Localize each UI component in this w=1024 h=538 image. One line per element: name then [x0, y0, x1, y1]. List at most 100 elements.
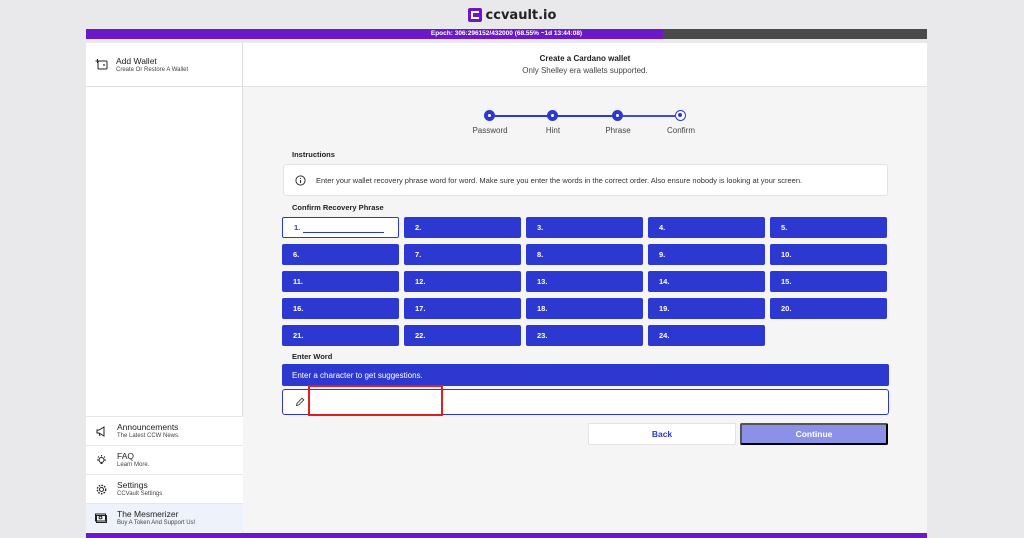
- recovery-word-slot[interactable]: 7.: [404, 244, 521, 265]
- recovery-word-slot[interactable]: 9.: [648, 244, 765, 265]
- recovery-word-slot[interactable]: 4.: [648, 217, 765, 238]
- main-header: Create a Cardano wallet Only Shelley era…: [243, 43, 927, 87]
- word-slot-number: 4.: [659, 223, 666, 232]
- word-slot-number: 13.: [537, 277, 548, 286]
- recovery-word-slot[interactable]: 2.: [404, 217, 521, 238]
- word-slot-number: 14.: [659, 277, 670, 286]
- sidebar-item-mesmerizer[interactable]: The Mesmerizer Buy A Token And Support U…: [86, 503, 243, 532]
- lightbulb-icon: [95, 454, 108, 467]
- recovery-word-slot[interactable]: 21.: [282, 325, 399, 346]
- word-slot-number: 12.: [415, 277, 426, 286]
- recovery-word-slot[interactable]: 17.: [404, 298, 521, 319]
- word-slot-number: 24.: [659, 331, 670, 340]
- instructions-box: Enter your wallet recovery phrase word f…: [283, 164, 888, 196]
- word-slot-number: 23.: [537, 331, 548, 340]
- recovery-word-slot[interactable]: 13.: [526, 271, 643, 292]
- step-dot-confirm: [675, 110, 686, 121]
- recovery-word-slot[interactable]: 1.: [282, 217, 399, 238]
- sidebar-item-label: Settings: [117, 480, 148, 490]
- enter-word-heading: Enter Word: [292, 352, 333, 361]
- step-dot-hint: [547, 110, 558, 121]
- sidebar-item-label: The Mesmerizer: [117, 509, 179, 519]
- step-connector: [623, 115, 675, 117]
- word-slot-underline: [303, 232, 384, 233]
- app-logo[interactable]: ccvault.io: [467, 7, 557, 23]
- word-slot-number: 20.: [781, 304, 792, 313]
- recovery-word-slot[interactable]: 12.: [404, 271, 521, 292]
- sidebar-item-sublabel: Create Or Restore A Wallet: [116, 66, 189, 73]
- word-slot-number: 15.: [781, 277, 792, 286]
- pencil-icon: [293, 396, 306, 409]
- ticket-icon: [95, 512, 108, 525]
- word-slot-number: 9.: [659, 250, 666, 259]
- page-subtitle: Only Shelley era wallets supported.: [522, 66, 648, 75]
- recovery-word-slot[interactable]: 16.: [282, 298, 399, 319]
- sidebar: Add Wallet Create Or Restore A Wallet An…: [86, 43, 243, 533]
- step-dot-password: [484, 110, 495, 121]
- sidebar-item-label: Announcements: [117, 422, 179, 432]
- recovery-word-slot[interactable]: 15.: [770, 271, 887, 292]
- step-label-phrase: Phrase: [605, 126, 631, 135]
- sidebar-item-add-wallet[interactable]: Add Wallet Create Or Restore A Wallet: [86, 43, 242, 87]
- word-slot-number: 19.: [659, 304, 670, 313]
- word-slot-number: 17.: [415, 304, 426, 313]
- recovery-word-slot[interactable]: 5.: [770, 217, 887, 238]
- highlight-box: [308, 385, 443, 416]
- step-label-confirm: Confirm: [666, 126, 695, 135]
- sidebar-item-faq[interactable]: FAQ Learn More.: [86, 445, 243, 474]
- word-slot-number: 18.: [537, 304, 548, 313]
- continue-button[interactable]: Continue: [740, 423, 888, 445]
- recovery-word-slot[interactable]: 22.: [404, 325, 521, 346]
- word-slot-number: 6.: [293, 250, 300, 259]
- epoch-progress-bar: Epoch: 306:296152/432000 (68.55% ~1d 13:…: [86, 29, 927, 39]
- top-bar: ccvault.io: [0, 0, 1024, 30]
- word-slot-number: 22.: [415, 331, 426, 340]
- page-title: Create a Cardano wallet: [539, 54, 631, 63]
- recovery-word-slot[interactable]: 3.: [526, 217, 643, 238]
- word-slot-number: 7.: [415, 250, 422, 259]
- word-slot-number: 10.: [781, 250, 792, 259]
- instructions-heading: Instructions: [292, 150, 335, 159]
- recovery-word-slot[interactable]: 14.: [648, 271, 765, 292]
- bottom-accent-strip: [86, 533, 927, 538]
- sidebar-item-sublabel: Buy A Token And Support Us!: [117, 520, 196, 526]
- sidebar-item-label: Add Wallet: [116, 55, 157, 66]
- word-slot-number: 21.: [293, 331, 304, 340]
- suggestion-bar: Enter a character to get suggestions.: [282, 364, 889, 386]
- recovery-word-slot[interactable]: 10.: [770, 244, 887, 265]
- recovery-word-slot[interactable]: 19.: [648, 298, 765, 319]
- megaphone-icon: [95, 425, 108, 438]
- sidebar-item-sublabel: The Latest CCW News.: [117, 433, 180, 439]
- recovery-word-slot[interactable]: 8.: [526, 244, 643, 265]
- step-dot-phrase: [612, 110, 623, 121]
- step-label-password: Password: [472, 126, 508, 135]
- app-title: ccvault.io: [485, 7, 557, 23]
- recovery-word-slot[interactable]: 18.: [526, 298, 643, 319]
- recovery-word-slot[interactable]: 6.: [282, 244, 399, 265]
- recovery-word-slot[interactable]: 24.: [648, 325, 765, 346]
- sidebar-item-label: FAQ: [117, 451, 135, 461]
- recovery-word-slot[interactable]: 11.: [282, 271, 399, 292]
- word-slot-number: 1.: [294, 223, 301, 232]
- gear-icon: [95, 483, 108, 496]
- sidebar-item-sublabel: Learn More.: [117, 462, 150, 468]
- instructions-text: Enter your wallet recovery phrase word f…: [316, 175, 803, 185]
- info-icon: [294, 174, 307, 187]
- add-wallet-icon: [95, 58, 108, 71]
- word-slot-number: 2.: [415, 223, 422, 232]
- word-slot-number: 16.: [293, 304, 304, 313]
- word-slot-number: 5.: [781, 223, 788, 232]
- sidebar-item-announcements[interactable]: Announcements The Latest CCW News.: [86, 416, 243, 445]
- step-label-hint: Hint: [545, 126, 561, 135]
- back-button[interactable]: Back: [588, 423, 736, 445]
- word-slot-number: 11.: [293, 277, 304, 286]
- recovery-word-slot[interactable]: 23.: [526, 325, 643, 346]
- epoch-text: Epoch: 306:296152/432000 (68.55% ~1d 13:…: [430, 30, 583, 37]
- sidebar-item-settings[interactable]: Settings CCVault Settings: [86, 474, 243, 503]
- sidebar-item-sublabel: CCVault Settings: [117, 491, 163, 497]
- ccvault-logo-icon: [467, 8, 482, 22]
- word-slot-number: 3.: [537, 223, 544, 232]
- word-slot-number: 8.: [537, 250, 544, 259]
- recovery-word-slot[interactable]: 20.: [770, 298, 887, 319]
- confirm-phrase-heading: Confirm Recovery Phrase: [292, 203, 384, 212]
